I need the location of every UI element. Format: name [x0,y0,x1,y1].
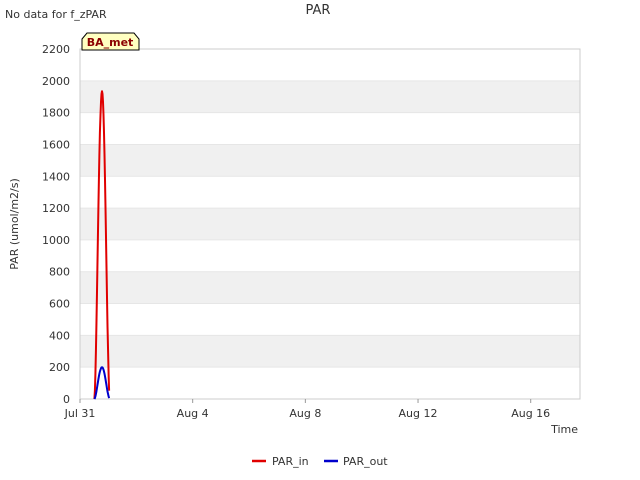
y-tick-label: 2200 [42,43,70,56]
x-tick-label: Aug 8 [289,407,321,420]
plot-band [80,335,580,368]
y-tick-label: 1800 [42,107,70,120]
plot-background-bands [80,80,580,368]
y-tick-label: 400 [49,329,70,342]
legend-label-par-in: PAR_in [272,455,309,468]
chart-title: PAR [306,3,331,18]
x-tick-label: Aug 16 [511,407,550,420]
site-badge-label: BA_met [87,36,134,49]
plot-band [80,80,580,113]
no-data-note: No data for f_zPAR [5,8,107,21]
y-axis-ticks: 0 200 400 600 800 1000 1200 1400 1600 1800 2000 220… [42,43,70,406]
y-tick-label: 800 [49,266,70,279]
x-axis-label: Time [550,423,578,436]
x-tick-label: Jul 31 [64,407,96,420]
y-tick-label: 200 [49,361,70,374]
x-tick-label: Aug 12 [399,407,438,420]
series-line-par-out [93,366,111,400]
y-tick-label: 600 [49,298,70,311]
y-axis-label: PAR (umol/m2/s) [8,178,21,270]
y-tick-label: 0 [63,393,70,406]
x-axis-ticks: Jul 31 Aug 4 Aug 8 Aug 12 Aug 16 [64,399,550,420]
x-tick-label: Aug 4 [177,407,209,420]
y-tick-label: 1000 [42,234,70,247]
plot-band [80,208,580,240]
y-tick-label: 1400 [42,170,70,183]
plot-band [80,271,580,304]
par-chart: 0 200 400 600 800 1000 1200 1400 1600 1800 2000 220… [5,3,581,468]
y-tick-label: 1200 [42,202,70,215]
y-tick-label: 2000 [42,75,70,88]
plot-band [80,144,580,177]
site-badge: BA_met [81,32,140,51]
y-tick-label: 1600 [42,138,70,151]
legend-label-par-out: PAR_out [343,455,388,468]
legend: PAR_in PAR_out [252,455,388,468]
